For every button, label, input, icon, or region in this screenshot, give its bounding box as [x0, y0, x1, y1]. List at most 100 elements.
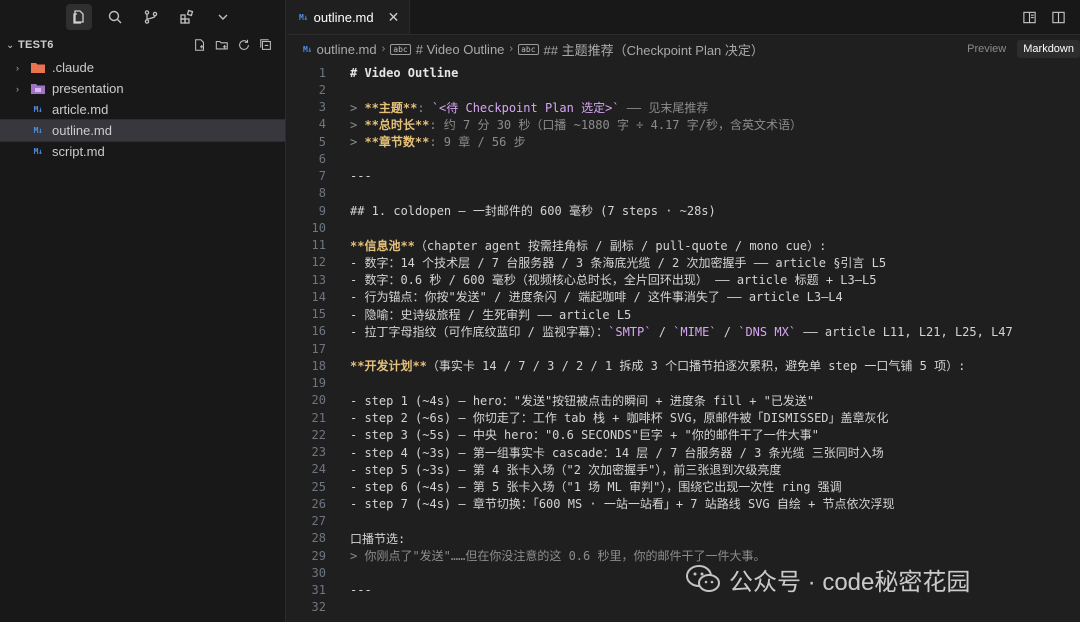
code-line[interactable]: 26 - step 7 (~4s) — 章节切换：「600 MS · 一站一站看」… [287, 495, 1080, 512]
search-icon[interactable] [102, 4, 128, 30]
line-number: 4 [318, 117, 326, 132]
code-token: **信息池** [350, 238, 415, 253]
new-folder-icon[interactable] [215, 38, 229, 52]
explorer-icon[interactable] [66, 4, 92, 30]
breadcrumb: M↓ outline.md › abc # Video Outline › ab… [287, 35, 1080, 63]
tab-bar: M↓ outline.md ✕ [287, 0, 1080, 35]
code-line[interactable]: 28 口播节选: [287, 530, 1080, 547]
explorer-actions [193, 38, 285, 52]
line-number: 20 [311, 393, 326, 408]
markdown-button[interactable]: Markdown [1017, 40, 1080, 58]
sidebar-toolbar [0, 0, 285, 34]
code-token: / [651, 324, 674, 339]
code-line[interactable]: 27 [287, 513, 1080, 530]
code-line[interactable]: 7 --- [287, 168, 1080, 185]
code-line[interactable]: 2 [287, 81, 1080, 98]
line-number: 26 [311, 496, 326, 511]
markdown-icon: M↓ [33, 105, 43, 114]
line-text: - step 7 (~4s) — 章节切换：「600 MS · 一站一站看」+ … [350, 495, 895, 512]
tab-label: outline.md [313, 10, 374, 25]
code-line[interactable]: 13 - 数字：0.6 秒 / 600 毫秒（视频核心总时长，全片回环出现） ——… [287, 271, 1080, 288]
line-text: **开发计划**（事实卡 14 / 7 / 3 / 2 / 1 拆成 3 个口播… [350, 357, 965, 374]
chevron-down-icon[interactable] [210, 4, 236, 30]
markdown-icon: M↓ [33, 147, 43, 156]
code-line[interactable]: 5 > **章节数**: 9 章 / 56 步 [287, 133, 1080, 150]
code-line[interactable]: 23 - step 4 (~3s) — 第一组事实卡 cascade：14 层 /… [287, 444, 1080, 461]
line-number: 12 [311, 255, 326, 270]
code-line[interactable]: 11 **信息池**（chapter agent 按需挂角标 / 副标 / pul… [287, 237, 1080, 254]
code-line[interactable]: 14 - 行为锚点：你按"发送" / 进度条闪 / 端起咖啡 / 这件事消失了 —… [287, 288, 1080, 305]
tree-folder-claude[interactable]: › .claude [0, 57, 285, 78]
code-line[interactable]: 8 [287, 185, 1080, 202]
code-line[interactable]: 16 - 拉丁字母指纹（可作底纹蓝印 / 监视字幕）：`SMTP` / `MIME… [287, 323, 1080, 340]
file-tree: › .claude › presentation M↓ article.md M… [0, 57, 286, 162]
line-text: - step 3 (~5s) — 中央 hero："0.6 SECONDS"巨字… [350, 426, 819, 443]
line-number: 17 [311, 341, 326, 356]
split-editor-icon[interactable] [1051, 10, 1066, 25]
close-icon[interactable]: ✕ [388, 9, 400, 26]
tree-item-label: .claude [52, 60, 94, 75]
code-token: **总时长** [364, 117, 430, 132]
line-number: 5 [318, 134, 326, 149]
markdown-icon: M↓ [33, 126, 43, 135]
line-number: 19 [311, 376, 326, 391]
chevron-right-icon: › [16, 62, 19, 73]
code-line[interactable]: 15 - 隐喻：史诗级旅程 / 生死审判 —— article L5 [287, 306, 1080, 323]
heading-symbol-icon: abc [390, 43, 411, 55]
code-line[interactable]: 24 - step 5 (~3s) — 第 4 张卡入场（"2 次加密握手"），前… [287, 461, 1080, 478]
code-token: - step 2 (~6s) — 你切走了：工作 tab 栈 + 咖啡杯 SVG… [350, 411, 889, 426]
refresh-icon[interactable] [237, 38, 251, 52]
line-text: > **章节数**: 9 章 / 56 步 [350, 133, 526, 150]
code-token: - step 3 (~5s) — 中央 hero："0.6 SECONDS"巨字… [350, 428, 819, 443]
breadcrumb-h1[interactable]: # Video Outline [416, 42, 505, 57]
open-preview-icon[interactable] [1022, 10, 1037, 25]
code-line[interactable]: 25 - step 6 (~4s) — 第 5 张卡入场（"1 场 ML 审判"）… [287, 478, 1080, 495]
preview-button[interactable]: Preview [967, 43, 1006, 55]
code-token: > [350, 100, 365, 115]
code-token: : [417, 100, 432, 115]
chevron-right-icon: › [509, 43, 514, 55]
code-line[interactable]: 9 ## 1. coldopen — 一封邮件的 600 毫秒 (7 steps … [287, 202, 1080, 219]
line-number: 11 [311, 238, 326, 253]
new-file-icon[interactable] [193, 38, 207, 52]
code-line[interactable]: 19 [287, 375, 1080, 392]
tree-file-script[interactable]: M↓ script.md [0, 141, 285, 162]
code-line[interactable]: 3 > **主题**: `<待 Checkpoint Plan 选定>` —— 见… [287, 99, 1080, 116]
line-text: - 拉丁字母指纹（可作底纹蓝印 / 监视字幕）：`SMTP` / `MIME` … [350, 323, 1013, 340]
watermark-text: 公众号 · code秘密花园 [729, 568, 971, 596]
code-token: - 数字：0.6 秒 / 600 毫秒（视频核心总时长，全片回环出现） —— a… [350, 273, 877, 288]
code-line[interactable]: 32 [287, 599, 1080, 616]
code-line[interactable]: 20 - step 1 (~4s) — hero："发送"按钮被点击的瞬间 + 进… [287, 392, 1080, 409]
code-line[interactable]: 22 - step 3 (~5s) — 中央 hero："0.6 SECONDS"… [287, 426, 1080, 443]
code-line[interactable]: 12 - 数字：14 个技术层 / 7 台服务器 / 3 条海底光缆 / 2 次加… [287, 254, 1080, 271]
collapse-all-icon[interactable] [259, 38, 273, 52]
line-number: 27 [311, 514, 326, 529]
extensions-icon[interactable] [174, 4, 200, 30]
line-text: - step 1 (~4s) — hero："发送"按钮被点击的瞬间 + 进度条… [350, 392, 814, 409]
code-token: **主题** [364, 100, 418, 115]
breadcrumb-h2[interactable]: ## 主题推荐（Checkpoint Plan 决定） [544, 40, 764, 59]
line-text: - 隐喻：史诗级旅程 / 生死审判 —— article L5 [350, 306, 631, 323]
tree-file-article[interactable]: M↓ article.md [0, 99, 285, 120]
line-text: 口播节选: [350, 530, 405, 547]
code-token: `SMTP` [608, 324, 652, 339]
line-number: 8 [318, 186, 326, 201]
code-line[interactable]: 6 [287, 150, 1080, 167]
line-number: 21 [311, 410, 326, 425]
code-line[interactable]: 21 - step 2 (~6s) — 你切走了：工作 tab 栈 + 咖啡杯 S… [287, 409, 1080, 426]
code-line[interactable]: 10 [287, 219, 1080, 236]
breadcrumb-file[interactable]: outline.md [317, 42, 377, 57]
code-line[interactable]: 1 # Video Outline [287, 64, 1080, 81]
project-header[interactable]: ⌄ TEST6 [0, 34, 285, 56]
code-token: : 9 章 / 56 步 [429, 135, 526, 150]
code-line[interactable]: 17 [287, 340, 1080, 357]
code-line[interactable]: 18 **开发计划**（事实卡 14 / 7 / 3 / 2 / 1 拆成 3 个… [287, 357, 1080, 374]
tree-file-outline[interactable]: M↓ outline.md [0, 119, 286, 142]
tree-folder-presentation[interactable]: › presentation [0, 78, 285, 99]
code-view[interactable]: 1 # Video Outline 2 3 > **主题**: `<待 Checkpoi… [287, 64, 1080, 622]
code-line[interactable]: 4 > **总时长**: 约 7 分 30 秒（口播 ~1880 字 ÷ 4.17… [287, 116, 1080, 133]
tree-item-label: script.md [52, 144, 105, 159]
source-control-icon[interactable] [138, 4, 164, 30]
watermark: 公众号 · code秘密花园 [685, 560, 970, 598]
tab-outline[interactable]: M↓ outline.md ✕ [287, 0, 411, 34]
